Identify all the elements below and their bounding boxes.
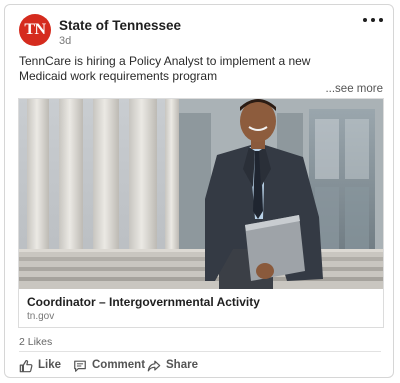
comment-icon xyxy=(74,360,86,372)
share-button[interactable]: Share xyxy=(147,358,207,374)
share-icon xyxy=(147,360,161,372)
share-label: Share xyxy=(166,359,198,371)
post-card: TN State of Tennessee 3d TennCare is hir… xyxy=(4,4,394,378)
link-domain: tn.gov xyxy=(27,311,55,322)
link-preview[interactable]: Coordinator – Intergovernmental Activity… xyxy=(18,98,384,328)
link-meta: Coordinator – Intergovernmental Activity… xyxy=(19,289,383,327)
post-timestamp: 3d xyxy=(59,35,72,47)
post-text: TennCare is hiring a Policy Analyst to i… xyxy=(19,54,311,83)
post-header: TN State of Tennessee 3d xyxy=(19,14,383,50)
thumbs-up-icon xyxy=(19,360,33,373)
preview-photo xyxy=(19,99,383,289)
avatar[interactable]: TN xyxy=(19,14,51,46)
divider xyxy=(19,351,381,352)
author-name[interactable]: State of Tennessee xyxy=(59,18,181,33)
like-button[interactable]: Like xyxy=(19,358,67,374)
comment-button[interactable]: Comment xyxy=(73,358,146,374)
more-options-icon[interactable] xyxy=(361,14,385,28)
action-bar: Like Comment Share xyxy=(19,358,319,374)
like-label: Like xyxy=(38,359,62,371)
comment-label: Comment xyxy=(92,359,146,371)
link-title[interactable]: Coordinator – Intergovernmental Activity xyxy=(27,295,260,309)
likes-count[interactable]: 2 Likes xyxy=(19,336,52,348)
see-more-link[interactable]: ...see more xyxy=(325,83,383,95)
